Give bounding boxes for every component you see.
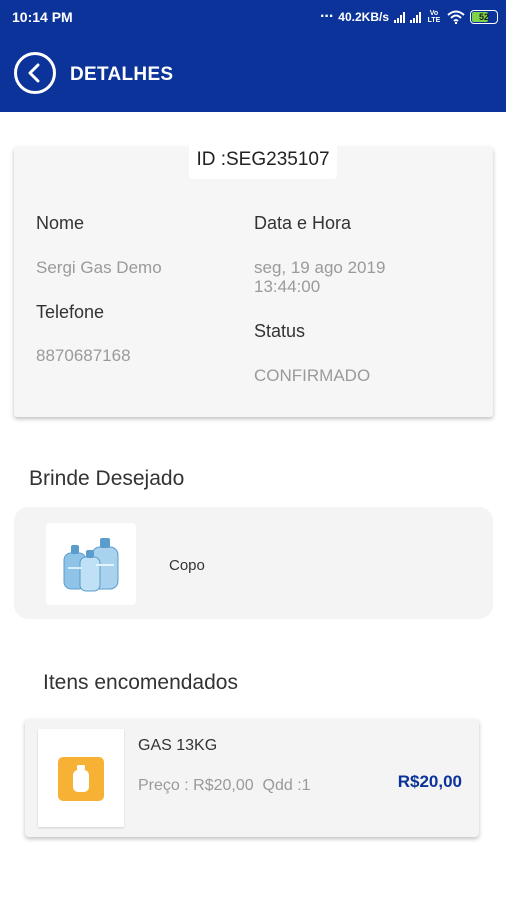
battery-icon: 52 <box>470 10 498 24</box>
order-item-card[interactable]: GAS 13KG Preço : R$20,00 Qdd :1 R$20,00 <box>25 719 479 837</box>
app-bar: DETALHES <box>0 34 506 112</box>
status-time: 10:14 PM <box>12 9 73 25</box>
item-price-qty: Preço : R$20,00 Qdd :1 <box>138 777 311 795</box>
gift-section-title: Brinde Desejado <box>29 467 185 490</box>
status-icons: ... 40.2KB/s Vo LTE 52 <box>320 4 498 26</box>
item-total: R$20,00 <box>397 772 462 791</box>
gift-image <box>46 523 136 605</box>
volte-icon: Vo LTE <box>427 10 441 24</box>
network-speed: 40.2KB/s <box>338 10 389 24</box>
gift-name: Copo <box>169 557 205 574</box>
signal-icon-2 <box>410 11 421 23</box>
name-value: Sergi Gas Demo <box>36 258 162 277</box>
datetime-value-date: seg, 19 ago 2019 <box>254 258 386 277</box>
datetime-label: Data e Hora <box>254 213 352 233</box>
item-image <box>38 729 124 827</box>
water-jugs-icon <box>63 538 119 592</box>
notification-dots: ... <box>319 4 334 21</box>
item-name: GAS 13KG <box>138 737 218 754</box>
order-id: ID :SEG235107 <box>189 141 337 179</box>
status-bar: 10:14 PM ... 40.2KB/s Vo LTE 52 <box>0 0 506 34</box>
name-label: Nome <box>36 213 85 233</box>
phone-label: Telefone <box>36 302 105 322</box>
page-title: DETALHES <box>70 64 174 85</box>
status-label: Status <box>254 321 306 341</box>
item-qty: Qdd :1 <box>262 777 311 794</box>
datetime-value-time: 13:44:00 <box>254 277 321 296</box>
order-details-card: ID :SEG235107 Nome Sergi Gas Demo Telefo… <box>14 141 493 417</box>
battery-level: 52 <box>478 12 489 22</box>
phone-value: 8870687168 <box>36 346 131 365</box>
gift-card[interactable]: Copo <box>14 507 493 619</box>
chevron-left-icon <box>28 63 40 83</box>
status-value: CONFIRMADO <box>254 366 371 385</box>
items-section-title: Itens encomendados <box>43 671 238 694</box>
back-button[interactable] <box>14 52 56 94</box>
gas-cylinder-icon <box>58 757 104 801</box>
signal-icon <box>394 11 405 23</box>
wifi-icon <box>447 10 465 24</box>
item-price: Preço : R$20,00 <box>138 777 254 794</box>
